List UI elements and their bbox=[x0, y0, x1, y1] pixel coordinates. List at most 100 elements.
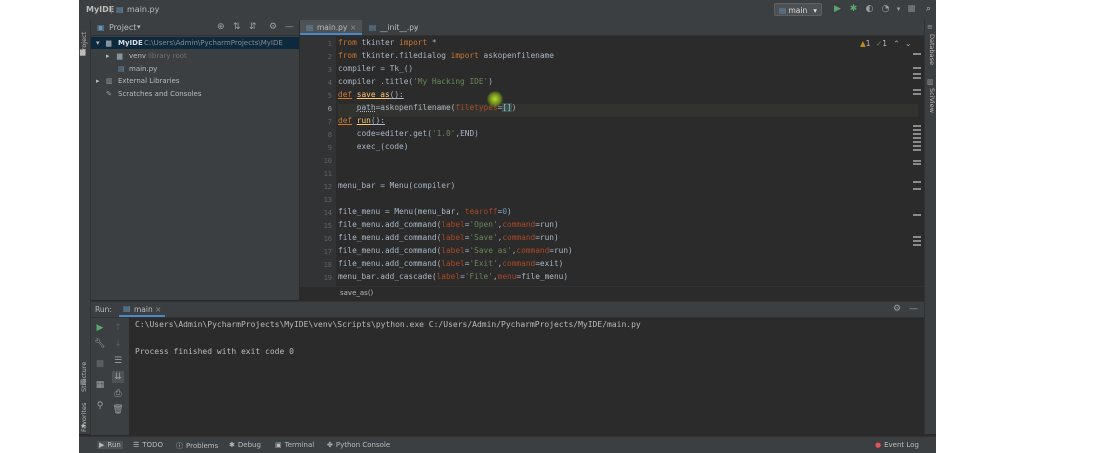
tab-init-py[interactable]: ▤ __init__.py × bbox=[363, 20, 425, 35]
file-breadcrumb[interactable]: main.py bbox=[127, 5, 159, 14]
tree-item-hint: library root bbox=[148, 52, 187, 60]
folder-icon: ▆ bbox=[117, 52, 123, 60]
run-config-label: main bbox=[788, 6, 808, 15]
stripe-mark bbox=[913, 160, 921, 162]
search-icon[interactable]: ⌕ bbox=[923, 4, 934, 15]
statusbar-terminal-label: Terminal bbox=[284, 441, 315, 449]
statusbar-debug[interactable]: ✱ Debug bbox=[229, 441, 261, 449]
bug-icon: ✱ bbox=[229, 441, 235, 449]
database-tool-window-button[interactable]: Database bbox=[928, 34, 936, 65]
locate-icon[interactable]: ⊕ bbox=[217, 22, 225, 32]
debug-icon[interactable]: ✱ bbox=[848, 4, 859, 15]
line-number: 14 bbox=[323, 209, 332, 217]
close-icon[interactable]: × bbox=[413, 20, 419, 35]
code-line-17: file_menu.add_command(label='Save as',co… bbox=[338, 246, 573, 255]
stop-icon[interactable]: ■ bbox=[906, 4, 917, 15]
project-panel-header: ▣ Project ▾ ⊕ ⇅ ⇵ ⚙ — bbox=[91, 20, 299, 36]
info-icon: ⓘ bbox=[176, 442, 183, 450]
stripe-mark bbox=[913, 133, 921, 135]
close-icon[interactable]: × bbox=[350, 20, 356, 35]
inspection-widget[interactable]: ▲1 ✓1 ⌃ ⌄ bbox=[860, 39, 911, 48]
statusbar-event-log-label: Event Log bbox=[884, 441, 919, 449]
chevron-down-icon[interactable]: ⌄ bbox=[905, 39, 911, 48]
run-tab-main[interactable]: ▤ main × bbox=[119, 302, 165, 317]
tree-item-label: main.py bbox=[129, 65, 158, 73]
more-run-options-icon[interactable]: ▾ bbox=[893, 4, 904, 15]
gear-icon[interactable]: ⚙ bbox=[269, 22, 277, 32]
tree-item-venv[interactable]: ▸ ▆ venv library root bbox=[91, 50, 299, 62]
collapse-all-icon[interactable]: ⇵ bbox=[249, 22, 257, 32]
run-toolbar: ▶ ↑ 🔧︎ ↓ ■ ☰ ⇊ ▦ ⎙ ⚲ 🗑︎ bbox=[91, 318, 129, 435]
sciview-tool-window-button[interactable]: SciView bbox=[928, 88, 936, 113]
statusbar-python-console-label: Python Console bbox=[335, 441, 391, 449]
trash-icon[interactable]: 🗑︎ bbox=[112, 404, 124, 416]
statusbar-problems[interactable]: ⓘ Problems bbox=[176, 441, 218, 451]
stripe-mark bbox=[913, 137, 921, 139]
close-icon[interactable]: × bbox=[155, 305, 161, 314]
code-line-12: menu_bar = Menu(compiler) bbox=[338, 181, 456, 190]
stripe-mark bbox=[913, 89, 921, 91]
tree-item-main-py[interactable]: ▤ main.py bbox=[91, 63, 299, 75]
statusbar-todo[interactable]: ☰ TODO bbox=[133, 441, 163, 449]
structure-tool-window-button[interactable]: Structure bbox=[80, 362, 88, 392]
tree-item-label: Scratches and Consoles bbox=[118, 90, 202, 98]
scroll-up-icon[interactable]: ↑ bbox=[112, 322, 124, 334]
console-command-line: C:\Users\Admin\PycharmProjects\MyIDE\ven… bbox=[135, 320, 641, 329]
code-line-3: compiler = Tk_() bbox=[338, 64, 414, 73]
code-editor[interactable]: from tkinter import * from tkinter.filed… bbox=[338, 36, 918, 286]
stripe-mark bbox=[913, 240, 921, 242]
gear-icon[interactable]: ⚙ bbox=[893, 304, 901, 314]
line-number-gutter: 1 2 3 4 5 6 7 8 9 10 11 12 13 14 15 16 1… bbox=[300, 36, 336, 286]
scroll-to-end-icon[interactable]: ⇊ bbox=[112, 371, 124, 383]
statusbar-python-console[interactable]: ✤ Python Console bbox=[327, 441, 390, 449]
line-number: 6 bbox=[327, 105, 332, 113]
tree-item-label: External Libraries bbox=[118, 77, 180, 85]
stripe-mark bbox=[913, 141, 921, 143]
chevron-right-icon: ▸ bbox=[106, 52, 110, 60]
run-configuration-select[interactable]: ▤ main ▾ bbox=[774, 3, 822, 16]
wrench-icon[interactable]: 🔧︎ bbox=[94, 338, 106, 350]
chevron-down-icon[interactable]: ▾ bbox=[137, 23, 141, 31]
error-stripe-lower bbox=[913, 160, 921, 250]
stripe-mark bbox=[913, 73, 921, 75]
code-line-2: from tkinter.filedialog import askopenfi… bbox=[338, 51, 554, 60]
print-icon[interactable]: ⎙ bbox=[112, 388, 124, 400]
code-line-16: file_menu.add_command(label='Save',comma… bbox=[338, 233, 559, 242]
stop-icon[interactable]: ■ bbox=[94, 358, 106, 370]
statusbar-todo-label: TODO bbox=[142, 441, 163, 449]
profile-icon[interactable]: ◔ bbox=[880, 4, 891, 15]
tree-item-label: venv bbox=[129, 52, 147, 60]
statusbar-run[interactable]: ▶ Run bbox=[97, 441, 123, 449]
project-view-title[interactable]: Project bbox=[109, 23, 136, 32]
pin-icon[interactable]: ⚲ bbox=[94, 400, 106, 412]
code-line-4: compiler .title('My Hacking IDE') bbox=[338, 77, 493, 86]
stripe-mark bbox=[913, 77, 921, 79]
line-number: 11 bbox=[323, 170, 332, 178]
function-breadcrumb[interactable]: save_as() bbox=[340, 289, 373, 297]
star-icon: ★ bbox=[80, 422, 87, 430]
coverage-icon[interactable]: ◐ bbox=[864, 4, 875, 15]
statusbar-terminal[interactable]: ▣ Terminal bbox=[275, 441, 314, 449]
tab-main-py[interactable]: ▤ main.py × bbox=[300, 20, 362, 35]
run-icon[interactable]: ▶ bbox=[832, 4, 843, 15]
expand-all-icon[interactable]: ⇅ bbox=[233, 22, 241, 32]
statusbar-event-log[interactable]: ● Event Log bbox=[875, 441, 919, 449]
soft-wrap-icon[interactable]: ☰ bbox=[112, 355, 124, 367]
code-line-19: menu_bar.add_cascade(label='File',menu=f… bbox=[338, 272, 569, 281]
layout-icon[interactable]: ▦ bbox=[94, 379, 106, 391]
tree-item-external-libraries[interactable]: ▸ ▥ External Libraries bbox=[91, 75, 299, 87]
rerun-icon[interactable]: ▶ bbox=[94, 322, 106, 334]
project-panel: ▣ Project ▾ ⊕ ⇅ ⇵ ⚙ — ▾ ▆ MyIDE C:\Users… bbox=[91, 20, 299, 300]
tree-item-myide[interactable]: ▾ ▆ MyIDE C:\Users\Admin\PycharmProjects… bbox=[91, 37, 299, 49]
chevron-up-icon[interactable]: ⌃ bbox=[893, 39, 899, 48]
tree-item-scratches[interactable]: ✎ Scratches and Consoles bbox=[91, 88, 299, 100]
left-tool-strip: Project ▆ Structure ▦ Favorites ★ bbox=[79, 20, 91, 434]
tree-item-hint: C:\Users\Admin\PycharmProjects\MyIDE bbox=[144, 39, 283, 47]
hide-icon[interactable]: — bbox=[285, 22, 294, 32]
line-number: 17 bbox=[323, 248, 332, 256]
stripe-mark bbox=[913, 93, 921, 95]
scroll-down-icon[interactable]: ↓ bbox=[112, 338, 124, 350]
hide-icon[interactable]: — bbox=[909, 304, 918, 314]
error-badge-icon: ● bbox=[875, 441, 882, 449]
weak-warning-count: 1 bbox=[882, 39, 888, 48]
